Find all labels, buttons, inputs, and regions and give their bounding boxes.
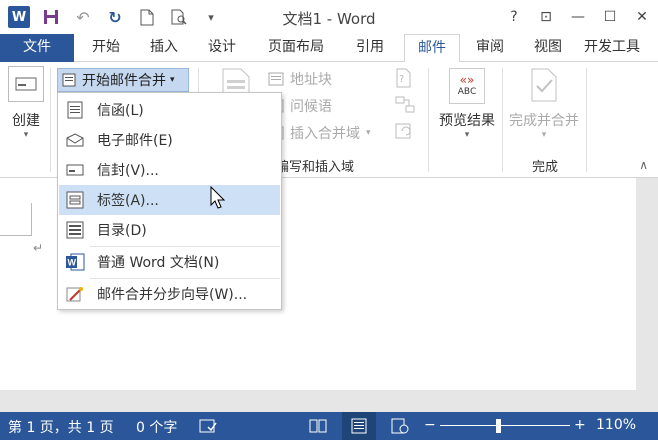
zoom-level[interactable]: 110% bbox=[596, 417, 636, 433]
finish-merge-button[interactable]: 完成并合并 ▾ bbox=[504, 68, 584, 140]
finish-merge-label: 完成并合并 bbox=[509, 113, 579, 129]
menu-item-letters[interactable]: 信函(L) bbox=[59, 95, 280, 125]
menu-item-directory[interactable]: 目录(D) bbox=[59, 215, 280, 245]
preview-results-icon: «» ABC bbox=[449, 68, 485, 104]
web-layout-icon[interactable] bbox=[388, 416, 412, 436]
mail-merge-icon bbox=[62, 73, 76, 87]
chevron-down-icon: ▾ bbox=[541, 130, 547, 140]
collapse-ribbon-icon[interactable]: ∧ bbox=[639, 158, 648, 172]
read-mode-icon[interactable] bbox=[306, 416, 330, 436]
tab-insert[interactable]: 插入 bbox=[138, 34, 190, 62]
menu-item-envelopes[interactable]: 信封(V)... bbox=[59, 155, 280, 185]
address-block-label: 地址块 bbox=[290, 72, 332, 88]
proofing-icon[interactable] bbox=[196, 416, 220, 436]
print-layout-icon[interactable] bbox=[342, 412, 376, 440]
menu-item-normal-word-document[interactable]: W 普通 Word 文档(N) bbox=[59, 247, 280, 277]
tab-review[interactable]: 审阅 bbox=[464, 34, 516, 62]
tab-page-layout[interactable]: 页面布局 bbox=[254, 34, 338, 62]
tab-view[interactable]: 视图 bbox=[522, 34, 574, 62]
insert-merge-field-button[interactable]: 插入合并域 ▾ bbox=[268, 122, 371, 144]
labels-icon bbox=[59, 191, 91, 209]
menu-item-label: 信封(V)... bbox=[97, 163, 159, 179]
start-mail-merge-label: 开始邮件合并 bbox=[82, 73, 166, 89]
envelope-create-icon bbox=[8, 66, 44, 102]
maximize-icon[interactable]: ☐ bbox=[594, 0, 626, 34]
rules-icon[interactable]: ? bbox=[394, 68, 416, 90]
chevron-down-icon: ▾ bbox=[464, 130, 470, 140]
create-label: 创建 bbox=[12, 113, 40, 129]
ribbon-display-options-icon[interactable]: ⊡ bbox=[530, 0, 562, 34]
merge-marks-text: «» bbox=[459, 73, 475, 87]
preview-results-label: 预览结果 bbox=[439, 113, 495, 129]
tab-home[interactable]: 开始 bbox=[80, 34, 132, 62]
greeting-line-label: 问候语 bbox=[290, 99, 332, 115]
menu-item-label: 标签(A)... bbox=[97, 193, 159, 209]
zoom-slider-track[interactable] bbox=[440, 425, 570, 426]
envelope-icon bbox=[59, 164, 91, 176]
svg-text:?: ? bbox=[399, 74, 404, 85]
tab-mailings[interactable]: 邮件 bbox=[404, 34, 460, 63]
preview-results-button[interactable]: «» ABC 预览结果 ▾ bbox=[434, 68, 500, 140]
email-icon bbox=[59, 133, 91, 147]
menu-item-label: 普通 Word 文档(N) bbox=[97, 255, 220, 271]
group-separator bbox=[50, 68, 51, 172]
tab-developer[interactable]: 开发工具 bbox=[584, 34, 658, 62]
chevron-down-icon: ▾ bbox=[366, 128, 371, 138]
start-mail-merge-button[interactable]: 开始邮件合并 ▾ bbox=[57, 68, 189, 92]
close-icon[interactable]: ✕ bbox=[626, 0, 658, 34]
group-separator bbox=[502, 68, 503, 172]
create-button[interactable]: 创建 ▾ bbox=[6, 66, 46, 140]
menu-item-label: 邮件合并分步向导(W)... bbox=[97, 287, 248, 303]
word-count[interactable]: 0 个字 bbox=[136, 417, 177, 437]
start-mail-merge-menu: 信函(L) 电子邮件(E) 信封(V)... 标签(A)... 目录(D) W … bbox=[57, 92, 282, 310]
tab-references[interactable]: 引用 bbox=[344, 34, 396, 62]
menu-item-labels[interactable]: 标签(A)... bbox=[59, 185, 280, 215]
chevron-down-icon: ▾ bbox=[23, 130, 29, 140]
chevron-down-icon: ▾ bbox=[170, 75, 175, 85]
address-block-button[interactable]: 地址块 bbox=[268, 68, 332, 90]
window-controls: ? ⊡ — ☐ ✕ bbox=[498, 0, 658, 34]
wizard-icon bbox=[59, 285, 91, 303]
menu-item-email[interactable]: 电子邮件(E) bbox=[59, 125, 280, 155]
help-icon[interactable]: ? bbox=[498, 0, 530, 34]
menu-item-label: 电子邮件(E) bbox=[97, 133, 173, 149]
abc-text: ABC bbox=[457, 87, 477, 97]
zoom-in-button[interactable]: + bbox=[574, 417, 586, 433]
zoom-slider-thumb[interactable] bbox=[496, 419, 501, 433]
menu-item-step-by-step-wizard[interactable]: 邮件合并分步向导(W)... bbox=[59, 279, 280, 309]
group-separator bbox=[428, 68, 429, 172]
menu-item-label: 信函(L) bbox=[97, 103, 144, 119]
group-finish-label: 完成 bbox=[531, 160, 558, 175]
finish-merge-icon bbox=[526, 68, 562, 104]
tab-file[interactable]: 文件 bbox=[0, 34, 74, 62]
insert-merge-field-label: 插入合并域 bbox=[290, 126, 360, 142]
tab-design[interactable]: 设计 bbox=[196, 34, 248, 62]
letter-icon bbox=[59, 101, 91, 119]
margin-corner-mark bbox=[0, 203, 32, 236]
directory-icon bbox=[59, 221, 91, 239]
status-bar: 第 1 页，共 1 页 0 个字 − + 110% bbox=[0, 412, 658, 440]
zoom-out-button[interactable]: − bbox=[424, 417, 436, 433]
page-count[interactable]: 第 1 页，共 1 页 bbox=[8, 417, 114, 437]
svg-text:W: W bbox=[68, 258, 77, 268]
title-bar: W ↶ ↻ ▾ 文档1 - Word ? ⊡ — ☐ ✕ bbox=[0, 0, 658, 34]
update-labels-icon[interactable] bbox=[394, 122, 416, 144]
address-block-icon bbox=[268, 72, 284, 86]
mouse-pointer-icon bbox=[210, 185, 226, 214]
group-separator bbox=[586, 68, 587, 172]
menu-item-label: 目录(D) bbox=[97, 223, 147, 239]
paragraph-mark: ↵ bbox=[33, 241, 44, 255]
match-fields-icon[interactable] bbox=[394, 95, 416, 117]
ribbon-tabs: 文件 开始 插入 设计 页面布局 引用 邮件 审阅 视图 开发工具 bbox=[0, 34, 658, 63]
minimize-icon[interactable]: — bbox=[562, 0, 594, 34]
word-doc-icon: W bbox=[59, 252, 91, 272]
